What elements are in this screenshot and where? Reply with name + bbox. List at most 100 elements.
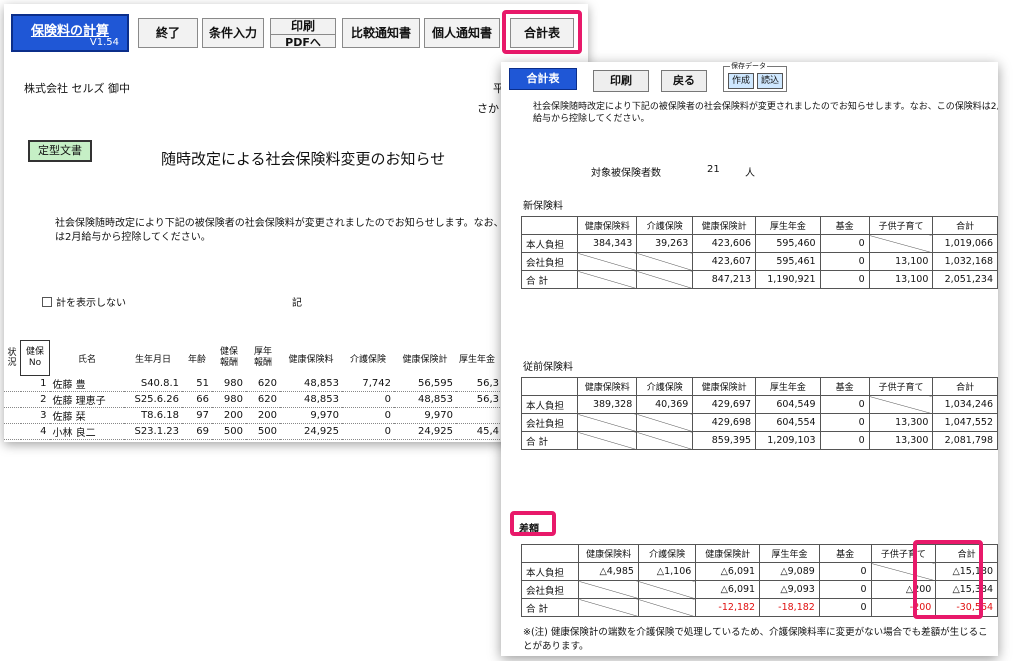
corner-cell <box>520 544 580 563</box>
header-cell: 合計 <box>932 216 998 235</box>
old-premium-table: 健康保険料 介護保険 健康保険計 厚生年金 基金 子供子育て 合計 本人負担 389,328 40… <box>520 377 998 450</box>
blank-cell <box>636 431 694 450</box>
value-cell: 0 <box>819 270 870 289</box>
value-cell: 0 <box>819 413 870 432</box>
summary-button-highlight <box>502 10 582 54</box>
blank-cell <box>868 395 934 414</box>
cell-kosei: 500 <box>246 423 280 440</box>
corner-cell <box>520 216 579 235</box>
cell-care: 7,742 <box>342 375 394 392</box>
header-cell: 子供子育て <box>868 377 934 396</box>
table-row[interactable]: 2 佐藤 理恵子 S25.6.26 66 980 620 48,853 0 48,853 56,3 <box>4 391 502 408</box>
table-row[interactable]: 1 佐藤 豊 S40.8.1 51 980 620 48,853 7,742 56,595 56,… <box>4 375 502 392</box>
row-status <box>4 439 21 442</box>
calc-row-total: 合 計 859,395 1,209,103 0 13,300 2,081,798 <box>520 431 998 450</box>
table-row[interactable]: 4 小林 良二 S23.1.23 69 500 500 24,925 0 24,925 45,4 <box>4 423 502 440</box>
company-name: 株式会社 セルズ 御中 <box>24 82 130 95</box>
header-cell: 健康保険計 <box>692 216 757 235</box>
col-health-fee: 健康保険料 <box>288 354 334 365</box>
row-status <box>4 375 21 392</box>
value-cell: 2,081,798 <box>932 431 998 450</box>
cell-care: 0 <box>342 423 394 440</box>
blank-cell <box>636 252 694 271</box>
print-button[interactable]: 印刷 <box>593 70 649 92</box>
header-cell: 厚生年金 <box>755 216 821 235</box>
compare-notice-button[interactable]: 比較通知書 <box>342 18 420 48</box>
value-cell: 1,032,168 <box>932 252 998 271</box>
calc-row-total: 合 計 847,213 1,190,921 0 13,100 2,051,234 <box>520 270 998 289</box>
value-cell: 604,549 <box>755 395 821 414</box>
checkbox-box[interactable] <box>42 297 52 307</box>
value-cell: -18,182 <box>759 598 820 617</box>
cell-kenpo: 980 <box>212 391 246 408</box>
blank-cell <box>577 252 638 271</box>
back-button[interactable]: 戻る <box>661 70 707 92</box>
summary-message-line-2: 給与から控除してください。 <box>533 114 650 124</box>
cell-kosei: 470 <box>246 439 280 442</box>
value-cell: 423,606 <box>692 234 757 253</box>
cell-name: 小林 良二 <box>49 423 124 440</box>
hide-total-checkbox[interactable]: 計を表示しない <box>42 294 126 309</box>
cell-pension <box>456 407 502 424</box>
value-cell: 39,263 <box>636 234 694 253</box>
create-button[interactable]: 作成 <box>728 73 754 89</box>
end-button[interactable]: 終了 <box>138 18 198 48</box>
app-title-button[interactable]: 保険料の計算 V1.54 <box>11 14 129 52</box>
template-document-button[interactable]: 定型文書 <box>28 140 92 162</box>
print-pdf-button[interactable]: 印刷 PDFへ <box>270 18 336 49</box>
app-version: V1.54 <box>89 37 119 48</box>
table-row[interactable]: 5三浦 和美S25.7.206647000042,7 <box>4 439 502 442</box>
value-cell: 423,607 <box>692 252 757 271</box>
cell-care: 0 <box>342 407 394 424</box>
cell-care: 0 <box>342 439 394 442</box>
cell-age: 51 <box>182 375 212 392</box>
cell-name: 佐藤 栞 <box>49 407 124 424</box>
value-cell: 859,395 <box>692 431 757 450</box>
save-data-label: 保存データ <box>730 62 767 71</box>
new-premium-table: 健康保険料 介護保険 健康保険計 厚生年金 基金 子供子育て 合計 本人負担 384,343 39… <box>520 216 998 289</box>
cell-kenpo: 980 <box>212 375 246 392</box>
cell-kosei: 620 <box>246 375 280 392</box>
corner-cell <box>520 377 579 396</box>
table-row[interactable]: 3 佐藤 栞 T8.6.18 97 200 200 9,970 0 9,970 <box>4 407 502 424</box>
row-label: 本人負担 <box>520 395 579 414</box>
row-label: 本人負担 <box>520 234 579 253</box>
value-cell: 0 <box>819 431 870 450</box>
row-label: 合 計 <box>520 270 579 289</box>
row-status <box>4 423 21 440</box>
note-line-2: とがあります。 <box>523 641 589 652</box>
value-cell: 1,047,552 <box>932 413 998 432</box>
cell-health: 48,853 <box>280 391 342 408</box>
print-label: 印刷 <box>271 20 335 35</box>
blank-cell <box>578 580 639 599</box>
cell-birth: S23.1.23 <box>124 423 182 440</box>
cell-kenpo: 200 <box>212 407 246 424</box>
hide-total-label: 計を表示しない <box>56 298 126 309</box>
cell-health: 9,970 <box>280 407 342 424</box>
row-label: 会社負担 <box>520 413 579 432</box>
value-cell: 429,697 <box>692 395 757 414</box>
value-cell: -12,182 <box>695 598 761 617</box>
cell-age: 97 <box>182 407 212 424</box>
diff-total-highlight <box>913 540 983 619</box>
personal-notice-button[interactable]: 個人通知書 <box>424 18 500 48</box>
value-cell: 384,343 <box>577 234 638 253</box>
col-status: 状況 <box>7 348 17 368</box>
load-button[interactable]: 読込 <box>757 73 783 89</box>
col-kosei: 厚年 報酬 <box>253 347 272 368</box>
cell-kenpo <box>212 439 246 442</box>
header-cell: 合計 <box>932 377 998 396</box>
cell-health: 24,925 <box>280 423 342 440</box>
conditions-button[interactable]: 条件入力 <box>202 18 264 48</box>
col-ins-no: 健保 No <box>20 340 50 376</box>
value-cell: 847,213 <box>692 270 757 289</box>
summary-tab-button[interactable]: 合計表 <box>509 68 577 90</box>
new-section-title: 新保険料 <box>523 201 563 212</box>
blank-cell <box>577 270 638 289</box>
value-cell: 604,554 <box>755 413 821 432</box>
cell-birth: S40.8.1 <box>124 375 182 392</box>
header-cell: 介護保険 <box>637 544 697 563</box>
cell-care: 0 <box>342 391 394 408</box>
col-pension: 厚生年金 <box>459 354 496 365</box>
target-label: 対象被保険者数 <box>591 168 661 179</box>
